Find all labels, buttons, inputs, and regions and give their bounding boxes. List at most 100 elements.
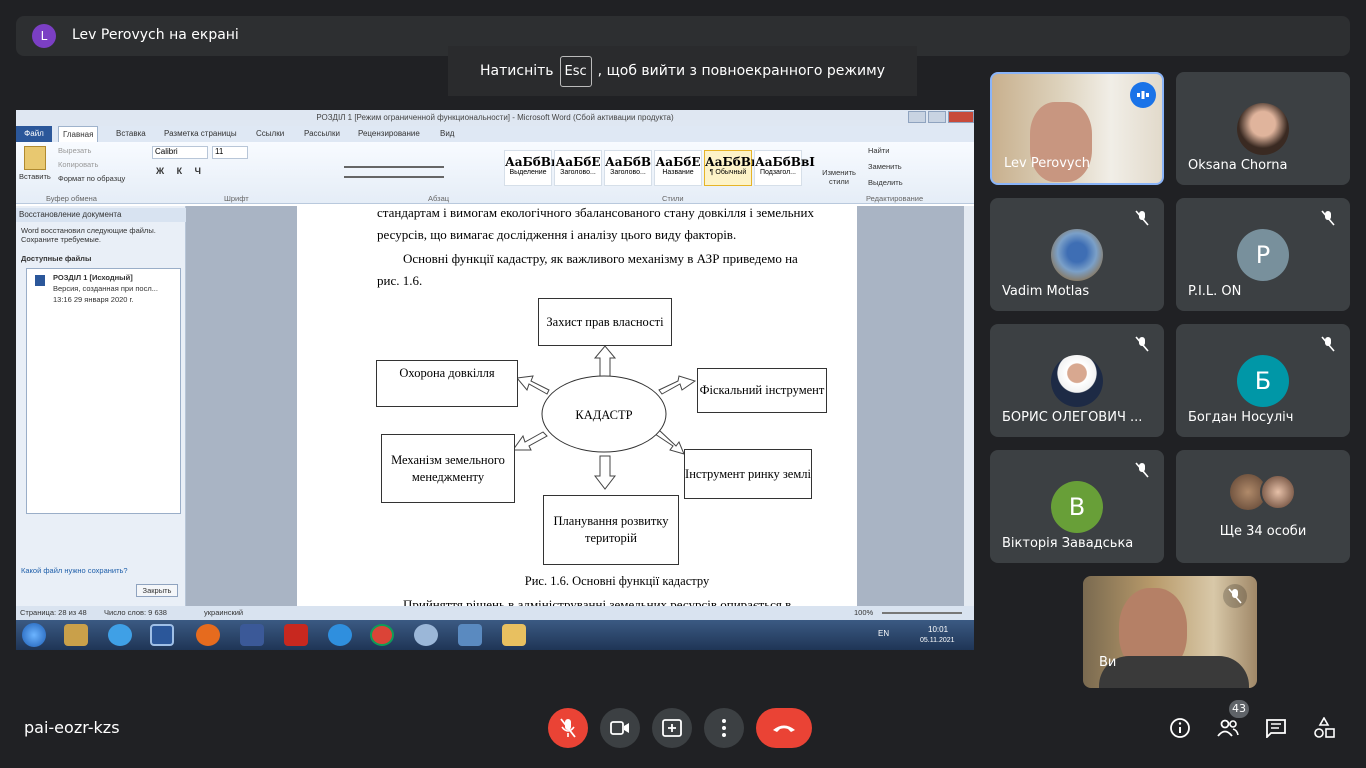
status-words: Число слов: 9 638 [104,608,167,617]
microphone-toggle-button[interactable] [548,708,588,748]
maximize-icon[interactable] [928,111,946,123]
tab-references[interactable]: Ссылки [252,126,288,142]
self-view-tile[interactable]: Ви [1083,576,1257,688]
style-normal[interactable]: АаБбВвГг, ¶ Обычный [704,150,779,186]
which-file-help-link[interactable]: Какой файл нужно сохранить? [21,566,128,575]
cut-button[interactable]: Вырезать [58,146,91,155]
participant-tile-oksana[interactable]: Oksana Chorna [1176,72,1350,185]
tab-view[interactable]: Вид [436,126,458,142]
mic-off-icon [1130,332,1154,356]
firefox-icon[interactable] [196,624,220,646]
more-options-button[interactable] [704,708,744,748]
style-emphasis[interactable]: АаБбВвГг Выделение [504,150,575,186]
internet-explorer-icon[interactable] [328,624,352,646]
participant-tile-bohdan[interactable]: Б Богдан Носуліч [1176,324,1350,437]
meeting-details-button[interactable] [1167,715,1193,741]
speaking-indicator-icon [1130,82,1156,108]
recovered-file-date: 13:16 29 января 2020 г. [53,295,134,304]
present-screen-button[interactable] [652,708,692,748]
status-page: Страница: 28 из 48 [20,608,87,617]
participant-tile-others[interactable]: Ще 34 особи [1176,450,1350,563]
leave-call-button[interactable] [756,708,812,748]
present-icon [662,719,682,737]
recovered-file-name[interactable]: РОЗДІЛ 1 [Исходный] [53,273,133,282]
more-vert-icon [722,719,726,737]
ribbon: Вставить Вырезать Копировать Формат по о… [16,142,974,204]
paste-button[interactable]: Вставить [19,172,51,181]
font-format-buttons[interactable]: Ж К Ч [156,166,206,176]
end-call-icon [773,725,795,732]
participant-tile-pil[interactable]: P P.I.L. ON [1176,198,1350,311]
font-name-select[interactable]: Calibri [152,146,208,159]
replace-button[interactable]: Заменить [868,162,902,171]
tab-mailings[interactable]: Рассылки [300,126,344,142]
presenting-label: Lev Perovych на екрані [72,27,239,43]
participant-tile-viktoria[interactable]: В Вікторія Завадська [990,450,1164,563]
participant-name: БОРИС ОЛЕГОВИЧ ... [1002,410,1143,425]
word-status-bar: Страница: 28 из 48 Число слов: 9 638 укр… [16,606,974,620]
style-heading2[interactable]: АаБбВ Заголово... [604,150,652,186]
tab-insert[interactable]: Вставка [112,126,150,142]
word-title-bar: РОЗДІЛ 1 [Режим ограниченной функциональ… [16,110,974,126]
participant-name: Oksana Chorna [1188,158,1288,173]
font-group-label: Шрифт [224,194,249,203]
presenter-avatar: L [32,24,56,48]
tab-page-layout[interactable]: Разметка страницы [160,126,241,142]
pdf-reader-icon[interactable] [284,624,308,646]
format-painter-button[interactable]: Формат по образцу [58,174,125,183]
camera-icon [610,721,629,735]
participant-avatar [1237,103,1289,155]
diagram-box-bottom-left: Механізм земельного менеджменту [381,434,515,503]
shared-screen: РОЗДІЛ 1 [Режим ограниченной функциональ… [16,110,974,650]
facebook-icon[interactable] [240,624,264,646]
status-zoom: 100% [854,608,874,617]
chrome-icon[interactable] [370,624,394,646]
document-page[interactable]: стандартам і вимогам екологічного збалан… [297,205,857,612]
clipboard-group-label: Буфер обмена [46,194,97,203]
people-button[interactable] [1215,715,1241,741]
recovered-file-desc: Версия, созданная при посл... [53,284,158,293]
style-subtitle[interactable]: АаБбВвI Подзагол... [754,150,815,186]
mic-off-icon [1130,458,1154,482]
tab-home[interactable]: Главная [58,126,99,142]
explorer-folder-icon[interactable] [502,624,526,646]
find-button[interactable]: Найти [868,146,889,155]
people-count-badge: 43 [1229,700,1249,718]
change-styles-button[interactable]: Изменить стили [818,168,860,186]
paste-icon[interactable] [24,146,46,170]
tab-file[interactable]: Файл [16,126,52,142]
participant-tile-vadim[interactable]: Vadim Motlas [990,198,1164,311]
start-icon[interactable] [22,623,46,647]
remote-desktop-icon[interactable] [458,624,482,646]
self-video-shoulders [1099,656,1249,688]
font-size-select[interactable]: 11 [212,146,248,159]
activities-button[interactable] [1311,715,1337,741]
available-files-label: Доступные файлы [21,254,92,263]
info-icon [1170,718,1190,738]
chat-button[interactable] [1263,715,1289,741]
participant-tile-borys[interactable]: БОРИС ОЛЕГОВИЧ ... [990,324,1164,437]
other-avatar-2 [1260,474,1296,510]
chrome-alt-icon[interactable] [414,624,438,646]
word-app-icon[interactable] [150,624,174,646]
participant-name: Vadim Motlas [1002,284,1090,299]
tab-review[interactable]: Рецензирование [354,126,424,142]
vertical-scrollbar[interactable] [964,206,974,606]
minimize-icon[interactable] [908,111,926,123]
clock-time: 10:01 [928,625,949,634]
meeting-code[interactable]: pai-eozr-kzs [24,718,120,737]
window-close-icon[interactable] [948,111,974,123]
paragraph-align-icons[interactable] [344,166,444,178]
style-heading1[interactable]: АаБбE Заголово... [554,150,602,186]
recovery-close-button[interactable]: Закрыть [136,584,178,597]
camera-toggle-button[interactable] [600,708,640,748]
zoom-slider[interactable] [882,612,962,614]
media-player-icon[interactable] [64,624,88,646]
search-app-icon[interactable] [108,624,132,646]
participant-tile-lev[interactable]: Lev Perovych [990,72,1164,185]
keyboard-language[interactable]: EN [878,629,889,638]
select-button[interactable]: Выделить [868,178,903,187]
copy-button[interactable]: Копировать [58,160,98,169]
windows-taskbar: EN 10:01 05.11.2021 [16,620,974,650]
style-title[interactable]: АаБбЕ Название [654,150,702,186]
